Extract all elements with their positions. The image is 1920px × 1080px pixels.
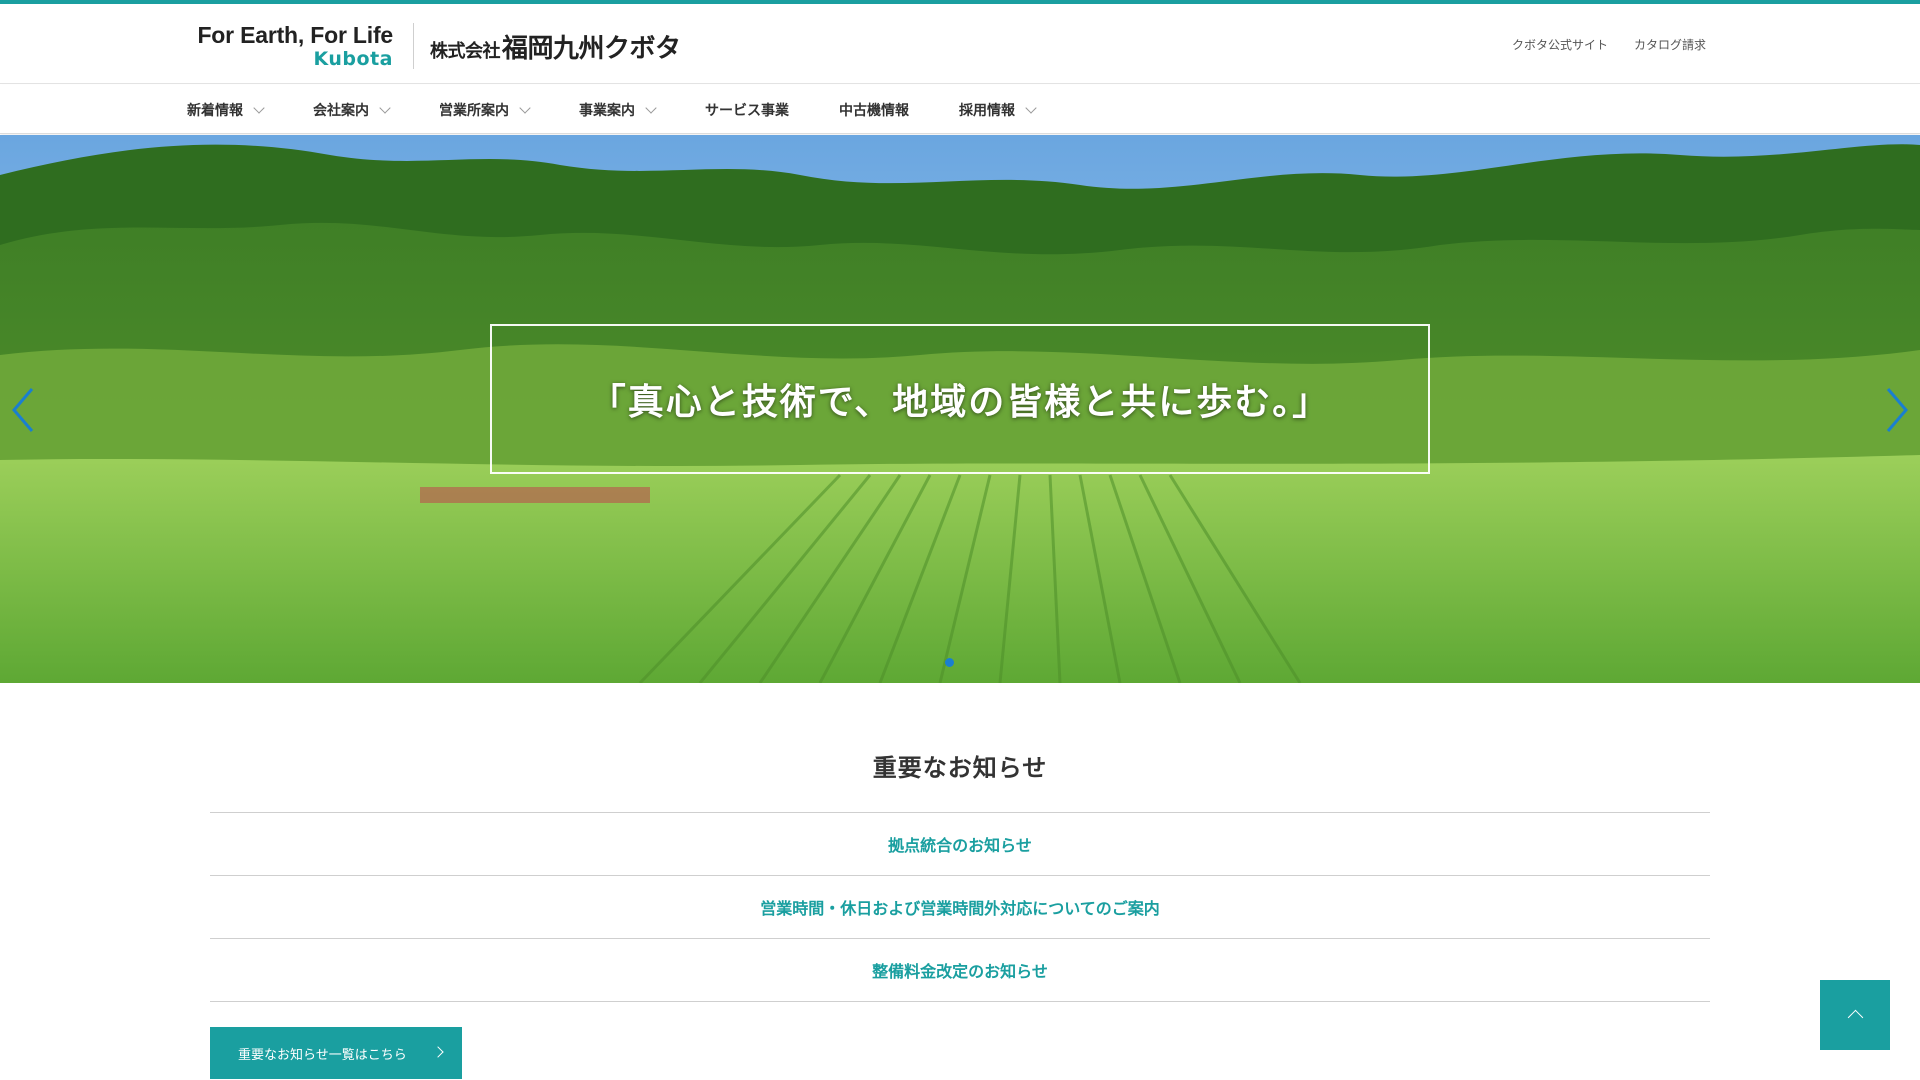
nav-item-offices[interactable]: 営業所案内 xyxy=(439,100,531,120)
site-logo[interactable]: For Earth, For Life Kubota 株式会社福岡九州クボタ xyxy=(187,20,681,72)
chevron-down-icon xyxy=(645,101,657,114)
nav-item-label: 会社案内 xyxy=(313,102,369,119)
notice-item[interactable]: 営業時間・休日および営業時間外対応についてのご案内 xyxy=(210,876,1710,939)
logo-brand: Kubota xyxy=(313,48,393,70)
nav-item-business[interactable]: 事業案内 xyxy=(579,100,657,120)
notices-more-button[interactable]: 重要なお知らせ一覧はこちら xyxy=(210,1027,462,1079)
nav-item-company[interactable]: 会社案内 xyxy=(313,100,391,120)
kubota-official-link[interactable]: クボタ公式サイト xyxy=(1512,36,1608,53)
chevron-down-icon xyxy=(519,101,531,114)
nav-item-label: 新着情報 xyxy=(187,102,243,119)
chevron-right-icon[interactable] xyxy=(1882,385,1912,435)
hero-caption-box: 「真心と技術で、地域の皆様と共に歩む。」 xyxy=(490,324,1430,474)
catalog-request-link[interactable]: カタログ請求 xyxy=(1634,36,1706,53)
logo-divider xyxy=(413,23,414,69)
chevron-left-icon[interactable] xyxy=(8,385,38,435)
chevron-up-icon xyxy=(1847,1009,1864,1026)
hero-dot[interactable] xyxy=(945,658,954,667)
nav-item-recruit[interactable]: 採用情報 xyxy=(959,100,1037,120)
notice-item[interactable]: 整備料金改定のお知らせ xyxy=(210,939,1710,1002)
hero-pagination xyxy=(945,658,954,667)
hero-slider: 「真心と技術で、地域の皆様と共に歩む。」 xyxy=(0,135,1920,683)
company-prefix: 株式会社 xyxy=(430,40,501,62)
chevron-right-icon xyxy=(432,1046,444,1058)
notices-more-label: 重要なお知らせ一覧はこちら xyxy=(238,1047,407,1063)
logo-slogan: For Earth, For Life xyxy=(197,22,393,48)
nav-item-label: サービス事業 xyxy=(705,102,789,119)
nav-item-label: 採用情報 xyxy=(959,102,1015,119)
nav-item-service[interactable]: サービス事業 xyxy=(705,100,789,120)
hero-caption: 「真心と技術で、地域の皆様と共に歩む。」 xyxy=(589,382,1331,423)
global-nav: 新着情報 会社案内 営業所案内 事業案内 サービス事業 中古機情報 採用情報 xyxy=(0,85,1920,134)
nav-item-label: 中古機情報 xyxy=(839,102,909,119)
kubota-logo: For Earth, For Life Kubota xyxy=(187,22,393,70)
site-header: For Earth, For Life Kubota 株式会社福岡九州クボタ ク… xyxy=(0,4,1920,84)
nav-item-used-machines[interactable]: 中古機情報 xyxy=(839,100,909,120)
back-to-top-button[interactable] xyxy=(1820,980,1890,1050)
nav-item-label: 営業所案内 xyxy=(439,102,509,119)
nav-item-news[interactable]: 新着情報 xyxy=(187,100,265,120)
company-name-text: 福岡九州クボタ xyxy=(502,33,681,64)
nav-item-label: 事業案内 xyxy=(579,102,635,119)
chevron-down-icon xyxy=(253,101,265,114)
chevron-down-icon xyxy=(379,101,391,114)
notices-list: 拠点統合のお知らせ 営業時間・休日および営業時間外対応についてのご案内 整備料金… xyxy=(210,812,1710,1002)
company-name: 株式会社福岡九州クボタ xyxy=(430,28,681,65)
notices-heading: 重要なお知らせ xyxy=(872,754,1048,782)
utility-links: クボタ公式サイト カタログ請求 xyxy=(1512,36,1706,53)
notice-item[interactable]: 拠点統合のお知らせ xyxy=(210,813,1710,876)
chevron-down-icon xyxy=(1025,101,1037,114)
